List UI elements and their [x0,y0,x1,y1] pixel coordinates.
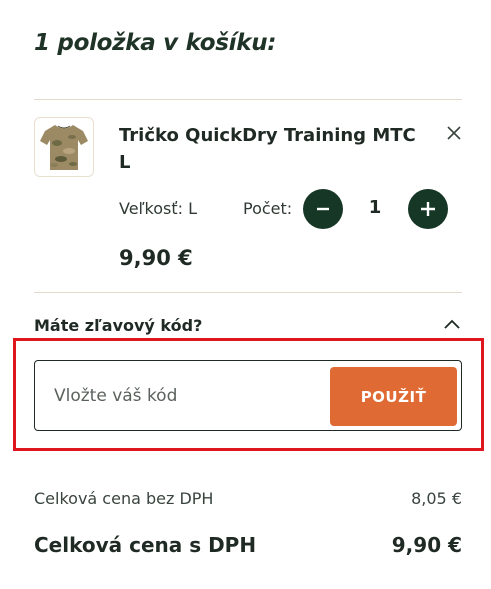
item-price: 9,90 € [119,246,193,270]
plus-icon [421,202,435,216]
total-value: 9,90 € [391,533,462,557]
close-icon [447,126,461,140]
quantity-label: Počet: [243,199,293,218]
discount-code-form: POUŽIŤ [34,360,462,431]
subtotal-row: Celková cena bez DPH 8,05 € [34,489,462,508]
cart-title: 1 položka v košíku: [34,30,277,56]
decrease-quantity-button[interactable] [303,189,343,229]
total-row: Celková cena s DPH 9,90 € [34,533,462,557]
discount-toggle-label: Máte zľavový kód? [34,316,203,335]
total-label: Celková cena s DPH [34,533,257,557]
subtotal-value: 8,05 € [411,489,462,508]
apply-code-button[interactable]: POUŽIŤ [330,367,457,426]
divider [34,99,462,100]
divider [34,292,462,293]
size-info: Veľkosť: L [119,199,198,218]
minus-icon [317,207,329,211]
remove-item-button[interactable] [443,122,465,144]
tshirt-camo-icon [40,125,88,170]
quantity-value: 1 [368,197,382,218]
discount-code-input[interactable] [54,381,314,411]
product-image[interactable] [34,117,94,177]
discount-code-toggle[interactable]: Máte zľavový kód? [34,316,462,338]
subtotal-label: Celková cena bez DPH [34,489,214,508]
increase-quantity-button[interactable] [408,189,448,229]
product-name[interactable]: Tričko QuickDry Training MTC L [119,122,429,176]
chevron-up-icon [444,319,460,329]
